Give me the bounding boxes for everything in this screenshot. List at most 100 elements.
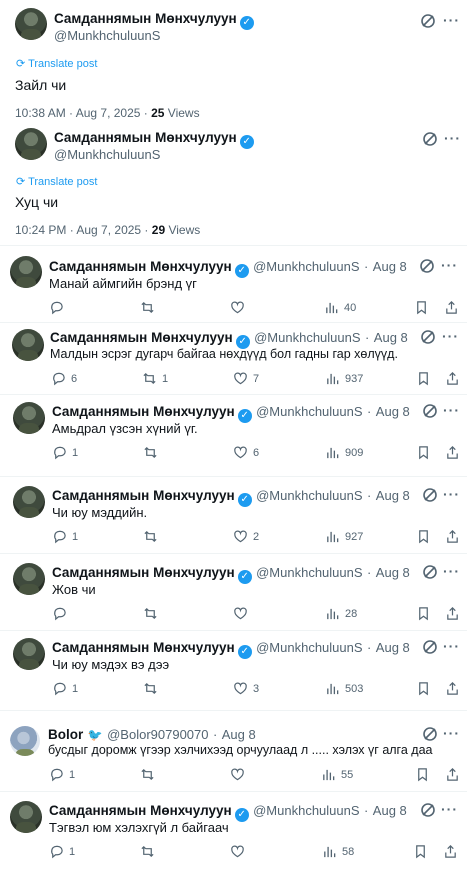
avatar[interactable] xyxy=(13,486,45,518)
like-button[interactable] xyxy=(230,767,250,782)
reply-button[interactable]: 1 xyxy=(49,767,75,782)
reply-button[interactable] xyxy=(49,300,69,315)
repost-button[interactable] xyxy=(140,844,160,859)
grok-icon[interactable] xyxy=(422,564,438,580)
post-date[interactable]: Aug 8 xyxy=(374,330,408,345)
avatar[interactable] xyxy=(13,402,45,434)
author-name[interactable]: Самданнямын Мөнхчулуун xyxy=(52,640,235,655)
avatar[interactable] xyxy=(10,256,42,288)
avatar[interactable] xyxy=(13,638,45,670)
author-handle[interactable]: @MunkhchuluunS xyxy=(253,259,359,274)
author-handle[interactable]: @MunkhchuluunS xyxy=(256,565,362,580)
views-count[interactable]: 58 xyxy=(322,844,354,859)
views-count[interactable]: 55 xyxy=(321,767,353,782)
like-button[interactable]: 7 xyxy=(233,371,259,386)
bookmark-button[interactable] xyxy=(416,606,431,621)
post-date[interactable]: Aug 8 xyxy=(376,404,410,419)
views-count[interactable]: 937 xyxy=(325,371,363,386)
repost-button[interactable] xyxy=(143,681,163,696)
avatar[interactable] xyxy=(10,726,40,756)
post-date[interactable]: Aug 8 xyxy=(222,727,256,742)
translate-post-link[interactable]: ⟳ Translate post xyxy=(16,57,97,70)
author-handle[interactable]: @MunkhchuluunS xyxy=(256,640,362,655)
bookmark-button[interactable] xyxy=(416,445,431,460)
reply-button[interactable]: 1 xyxy=(52,445,78,460)
reply-button[interactable] xyxy=(52,606,72,621)
avatar[interactable] xyxy=(12,329,44,361)
like-button[interactable]: 3 xyxy=(233,681,259,696)
author-handle[interactable]: @MunkhchuluunS xyxy=(256,404,362,419)
views-count[interactable]: 28 xyxy=(325,606,357,621)
repost-button[interactable] xyxy=(143,529,163,544)
share-button[interactable] xyxy=(445,529,460,544)
author-name[interactable]: Самданнямын Мөнхчулуун xyxy=(52,404,235,419)
avatar[interactable] xyxy=(15,8,47,40)
reply-button[interactable]: 1 xyxy=(52,681,78,696)
author-handle[interactable]: @MunkhchuluunS xyxy=(254,330,360,345)
bookmark-button[interactable] xyxy=(413,844,428,859)
author-handle[interactable]: @MunkhchuluunS xyxy=(256,488,362,503)
avatar[interactable] xyxy=(10,801,42,833)
author-handle[interactable]: @Bolor90790070 xyxy=(107,727,208,742)
author-name[interactable]: Самданнямын Мөнхчулуун xyxy=(49,259,232,274)
views-count[interactable]: 909 xyxy=(325,445,363,460)
author-name[interactable]: Bolor xyxy=(48,727,83,742)
author-name[interactable]: Самданнямын Мөнхчулуун xyxy=(49,803,232,818)
grok-icon[interactable] xyxy=(422,403,438,419)
author-handle[interactable]: @MunkhchuluunS xyxy=(253,803,359,818)
grok-icon[interactable] xyxy=(422,726,438,742)
share-button[interactable] xyxy=(445,767,460,782)
bookmark-button[interactable] xyxy=(415,767,430,782)
more-options-icon[interactable]: ··· xyxy=(443,563,460,579)
more-options-icon[interactable]: ··· xyxy=(442,328,459,344)
post-date[interactable]: Aug 8 xyxy=(373,803,407,818)
bookmark-button[interactable] xyxy=(414,300,429,315)
repost-button[interactable] xyxy=(140,300,160,315)
more-options-icon[interactable]: ··· xyxy=(443,725,460,741)
like-button[interactable]: 2 xyxy=(233,529,259,544)
avatar[interactable] xyxy=(15,128,47,160)
grok-icon[interactable] xyxy=(422,639,438,655)
grok-icon[interactable] xyxy=(420,802,436,818)
more-options-icon[interactable]: ··· xyxy=(443,402,460,418)
grok-icon[interactable] xyxy=(419,258,435,274)
more-options-icon[interactable]: ··· xyxy=(441,257,458,273)
share-button[interactable] xyxy=(444,300,459,315)
views-count[interactable]: 503 xyxy=(325,681,363,696)
reply-button[interactable]: 1 xyxy=(52,529,78,544)
more-options-icon[interactable]: ··· xyxy=(443,486,460,502)
more-options-icon[interactable]: ··· xyxy=(443,12,460,28)
bookmark-button[interactable] xyxy=(416,371,431,386)
author-name[interactable]: Самданнямын Мөнхчулуун xyxy=(52,488,235,503)
repost-button[interactable] xyxy=(143,445,163,460)
grok-icon[interactable] xyxy=(420,13,436,29)
share-button[interactable] xyxy=(445,445,460,460)
author-handle[interactable]: @MunkhchuluunS xyxy=(54,28,160,43)
more-options-icon[interactable]: ··· xyxy=(444,130,461,146)
more-options-icon[interactable]: ··· xyxy=(441,801,458,817)
author-handle[interactable]: @MunkhchuluunS xyxy=(54,147,160,162)
views-count[interactable]: 40 xyxy=(324,300,356,315)
grok-icon[interactable] xyxy=(420,329,436,345)
like-button[interactable] xyxy=(230,844,250,859)
grok-icon[interactable] xyxy=(422,487,438,503)
post-date[interactable]: Aug 8 xyxy=(376,565,410,580)
reply-button[interactable]: 6 xyxy=(51,371,77,386)
like-button[interactable]: 6 xyxy=(233,445,259,460)
share-button[interactable] xyxy=(443,844,458,859)
share-button[interactable] xyxy=(445,371,460,386)
share-button[interactable] xyxy=(445,681,460,696)
repost-button[interactable]: 1 xyxy=(142,371,168,386)
repost-button[interactable] xyxy=(140,767,160,782)
like-button[interactable] xyxy=(233,606,253,621)
bookmark-button[interactable] xyxy=(416,681,431,696)
translate-post-link[interactable]: ⟳ Translate post xyxy=(16,175,97,188)
avatar[interactable] xyxy=(13,563,45,595)
author-name[interactable]: Самданнямын Мөнхчулуун xyxy=(50,330,233,345)
grok-icon[interactable] xyxy=(422,131,438,147)
repost-button[interactable] xyxy=(143,606,163,621)
like-button[interactable] xyxy=(230,300,250,315)
share-button[interactable] xyxy=(445,606,460,621)
reply-button[interactable]: 1 xyxy=(49,844,75,859)
post-date[interactable]: Aug 8 xyxy=(376,640,410,655)
